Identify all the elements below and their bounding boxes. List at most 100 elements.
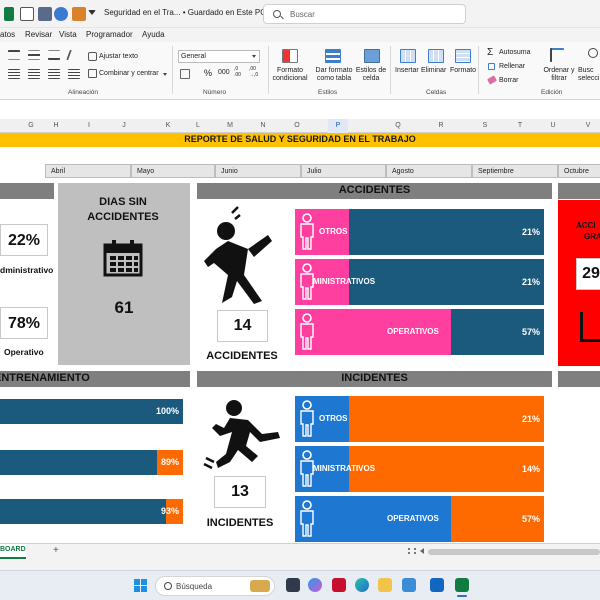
bar-percent: 21% (521, 227, 540, 237)
align-left-icon[interactable] (8, 69, 20, 79)
sort-filter-button[interactable]: Ordenar y filtrar (542, 67, 576, 83)
autosave-icon[interactable] (4, 7, 14, 21)
sheet-tab-board[interactable]: BOARD (0, 544, 26, 559)
fill-button[interactable]: Rellenar (499, 63, 525, 70)
windows-start-icon[interactable] (134, 579, 147, 592)
month-button-septiembre[interactable]: Septiembre (472, 164, 558, 178)
currency-icon[interactable] (180, 69, 190, 79)
checkbox-icon[interactable] (38, 7, 52, 21)
wrap-text-icon[interactable] (88, 52, 97, 61)
sort-filter-icon[interactable] (550, 48, 564, 62)
column-header-u[interactable]: U (543, 122, 563, 129)
autosum-button[interactable]: Autosuma (499, 49, 531, 56)
sigma-icon[interactable]: Σ (487, 47, 493, 58)
insert-button[interactable]: Insertar (395, 67, 419, 74)
chevron-down-icon (252, 55, 256, 58)
menu-datos[interactable]: atos (0, 30, 15, 39)
onedrive-icon[interactable] (54, 7, 68, 21)
dias-title: DIAS SIN ACCIDENTES (87, 196, 159, 223)
store-icon[interactable] (402, 578, 416, 592)
decimal-increase-button[interactable]: ,0 .00 (234, 66, 246, 78)
task-view-icon[interactable] (286, 578, 300, 592)
month-button-octubre[interactable]: Octubre (558, 164, 600, 178)
column-header-s[interactable]: S (475, 122, 495, 129)
menu-programador[interactable]: Programador (86, 30, 133, 39)
month-button-abril[interactable]: Abril (45, 164, 131, 178)
column-header-p[interactable]: P (328, 119, 348, 133)
align-bottom-icon[interactable] (48, 50, 60, 60)
entrenamiento-title: ENTRENAMIENTO (0, 372, 90, 384)
align-top-icon[interactable] (8, 50, 20, 60)
column-header-j[interactable]: J (114, 122, 134, 129)
search-box[interactable]: Buscar (263, 4, 466, 24)
cell-styles-icon[interactable] (364, 49, 380, 63)
format-table-icon[interactable] (325, 49, 341, 63)
column-header-l[interactable]: L (188, 122, 208, 129)
column-header-o[interactable]: O (287, 122, 307, 129)
column-header-r[interactable]: R (431, 122, 451, 129)
bar-label: OPERATIVOS (387, 327, 439, 336)
indent-icon[interactable] (68, 69, 80, 79)
number-format-select[interactable]: General (178, 50, 260, 63)
outlook-icon[interactable] (430, 578, 444, 592)
red-panel-line1: ACCI (576, 221, 596, 230)
menu-revisar[interactable]: Revisar (25, 30, 52, 39)
delete-icon[interactable] (428, 49, 444, 63)
oper-pct-box: 78% (0, 307, 48, 339)
fill-icon[interactable] (488, 63, 495, 70)
column-header-n[interactable]: N (253, 122, 273, 129)
merge-center-button[interactable]: Combinar y centrar (99, 70, 159, 77)
column-header-k[interactable]: K (158, 122, 178, 129)
edge-icon[interactable] (355, 578, 369, 592)
month-button-agosto[interactable]: Agosto (386, 164, 472, 178)
add-sheet-button[interactable]: + (53, 545, 59, 556)
file-explorer-icon[interactable] (378, 578, 392, 592)
format-table-button[interactable]: Dar formato como tabla (312, 67, 356, 83)
menu-ayuda[interactable]: Ayuda (142, 30, 165, 39)
wrap-text-button[interactable]: Ajustar texto (99, 53, 138, 60)
column-header-q[interactable]: Q (388, 122, 408, 129)
merge-dropdown-icon[interactable] (163, 73, 167, 76)
format-icon[interactable] (455, 49, 471, 63)
find-icon[interactable] (588, 48, 598, 58)
align-right-icon[interactable] (48, 69, 60, 79)
find-select-button[interactable]: Busc selecci (578, 67, 600, 83)
percent-button[interactable]: % (204, 68, 212, 78)
mcafee-icon[interactable] (332, 578, 346, 592)
column-header-t[interactable]: T (510, 122, 530, 129)
cell-styles-button[interactable]: Estilos de celda (355, 67, 387, 83)
conditional-format-button[interactable]: Formato condicional (270, 67, 310, 83)
column-header-i[interactable]: I (79, 122, 99, 129)
bar-label: MINISTRATIVOS (313, 464, 376, 473)
delete-button[interactable]: Eliminar (421, 67, 446, 74)
photo-icon[interactable] (72, 7, 86, 21)
menu-vista[interactable]: Vista (59, 30, 77, 39)
column-header-h[interactable]: H (46, 122, 66, 129)
scroll-left-icon[interactable] (420, 548, 424, 554)
format-button[interactable]: Formato (450, 67, 476, 74)
insert-icon[interactable] (400, 49, 416, 63)
column-header-m[interactable]: M (220, 122, 240, 129)
scroll-dots-icon[interactable] (408, 548, 416, 554)
align-middle-icon[interactable] (28, 50, 40, 60)
column-header-g[interactable]: G (21, 122, 41, 129)
conditional-format-icon[interactable] (282, 49, 298, 63)
clear-button[interactable]: Borrar (499, 77, 518, 84)
taskbar-search[interactable]: Búsqueda (155, 576, 275, 596)
month-button-junio[interactable]: Junio (215, 164, 301, 178)
oper-label: Operativo (4, 347, 44, 357)
month-button-mayo[interactable]: Mayo (131, 164, 215, 178)
search-icon (273, 10, 281, 18)
month-button-julio[interactable]: Julio (301, 164, 386, 178)
excel-icon[interactable] (455, 578, 469, 592)
thousands-button[interactable]: 000 (218, 69, 230, 76)
dropdown-icon[interactable] (88, 10, 96, 16)
column-header-v[interactable]: V (578, 122, 598, 129)
save-icon[interactable] (20, 7, 34, 21)
incidentes-right-header (558, 371, 600, 387)
align-center-icon[interactable] (28, 69, 40, 79)
horizontal-scrollbar[interactable] (428, 549, 600, 555)
decimal-decrease-button[interactable]: ,00 →,0 (249, 66, 261, 78)
merge-center-icon[interactable] (88, 69, 97, 78)
copilot-icon[interactable] (308, 578, 322, 592)
